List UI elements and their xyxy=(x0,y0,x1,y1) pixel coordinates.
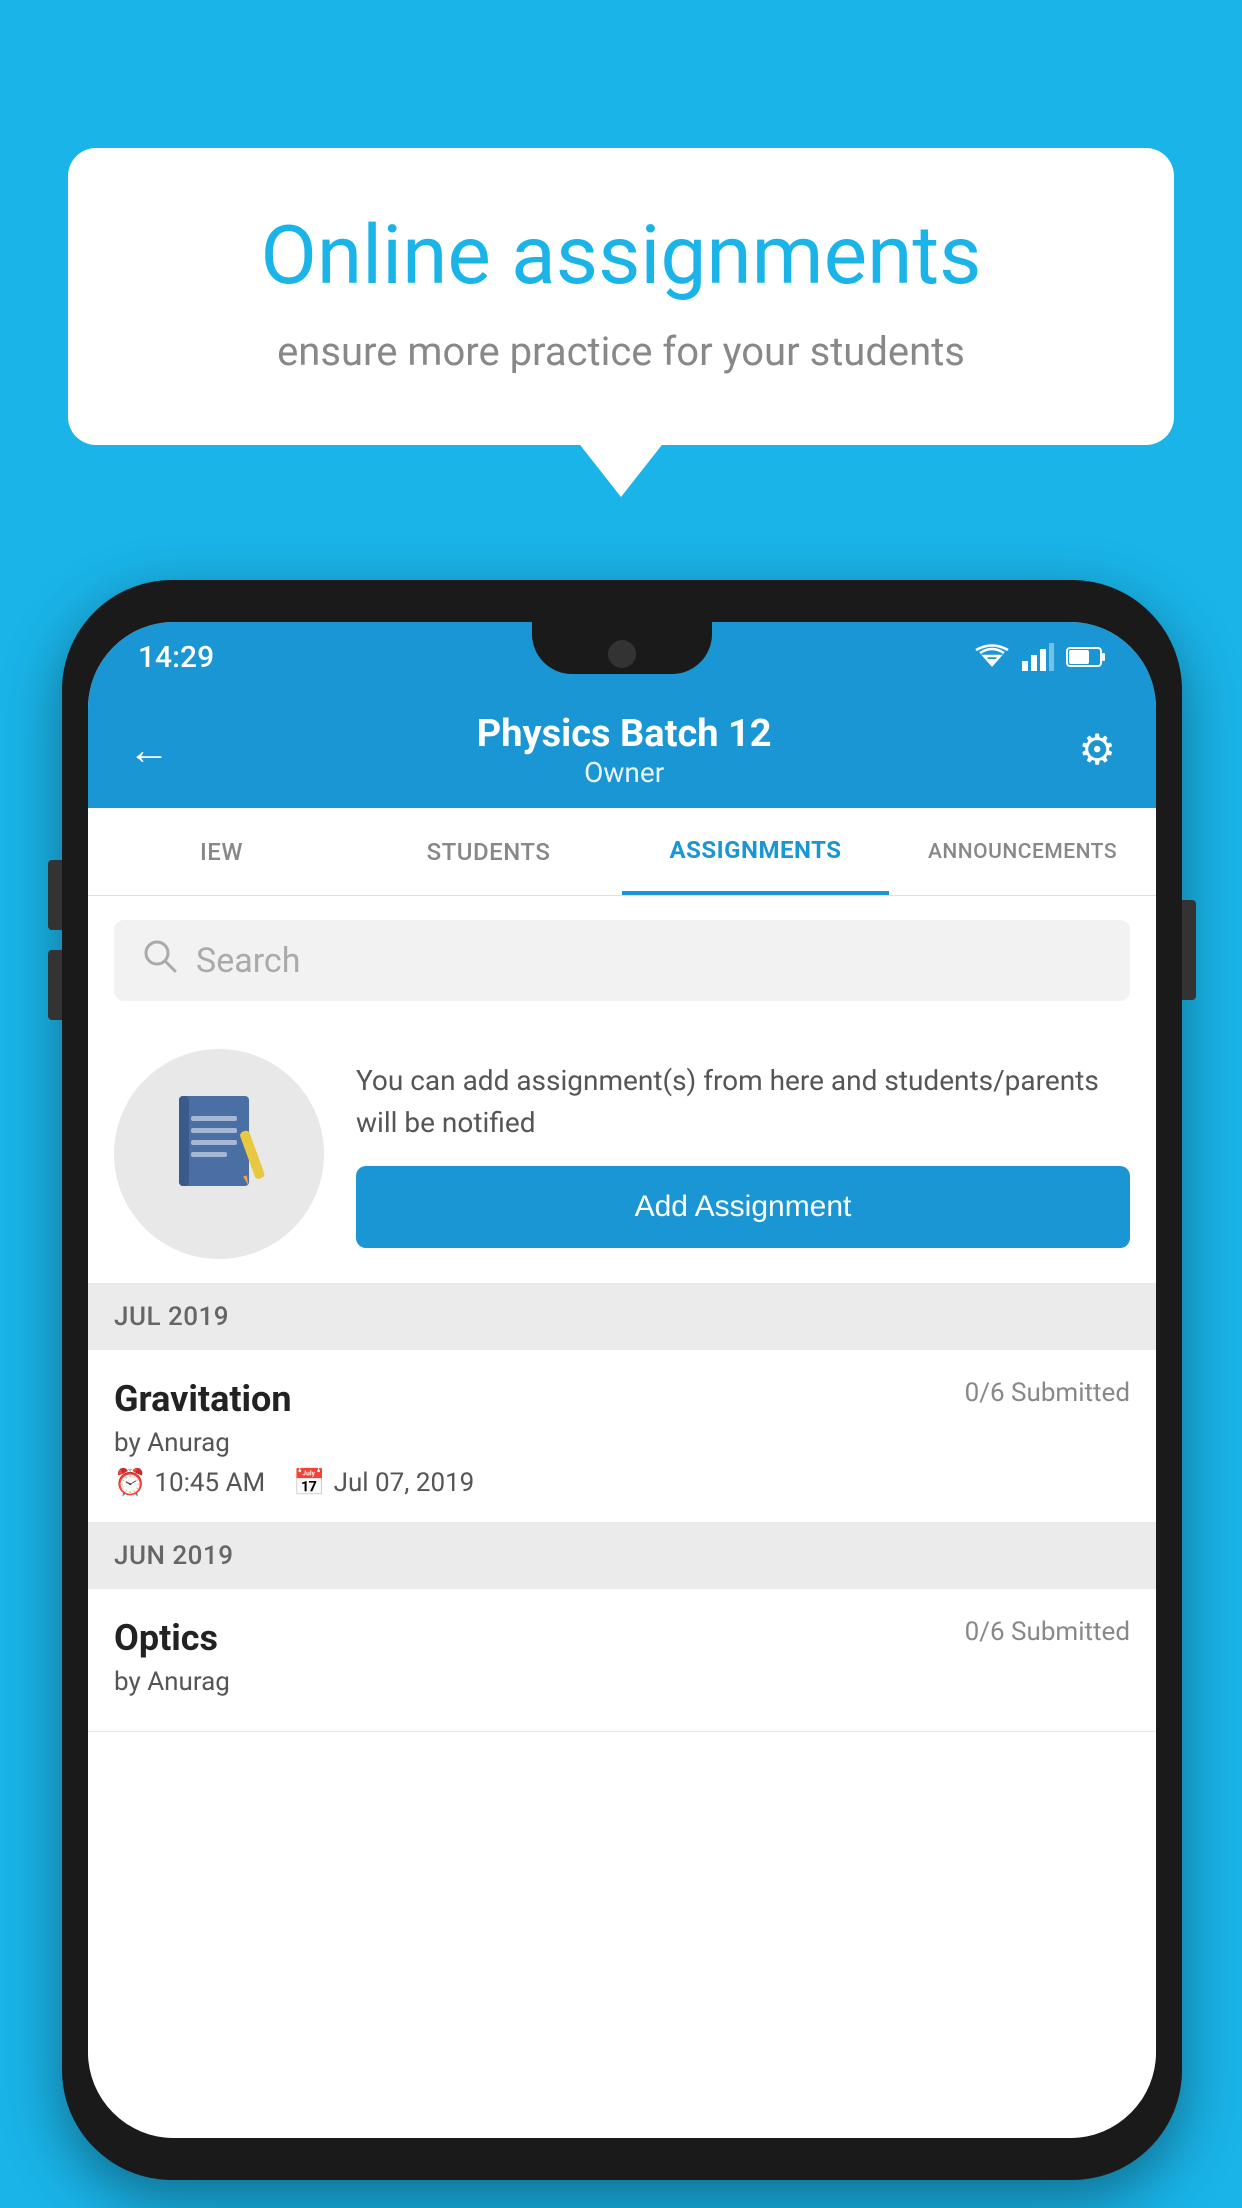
speech-bubble-title: Online assignments xyxy=(148,208,1094,304)
assignment-date-value: Jul 07, 2019 xyxy=(334,1468,475,1498)
add-assignment-button[interactable]: Add Assignment xyxy=(356,1166,1130,1248)
empty-state-description: You can add assignment(s) from here and … xyxy=(356,1060,1130,1144)
assignment-item-optics[interactable]: Optics 0/6 Submitted by Anurag xyxy=(88,1589,1156,1732)
volume-up-button[interactable] xyxy=(48,860,62,930)
clock-icon: ⏰ xyxy=(114,1468,146,1498)
search-bar[interactable]: Search xyxy=(114,920,1130,1001)
settings-button[interactable]: ⚙ xyxy=(1078,725,1116,775)
signal-icon xyxy=(1022,643,1054,671)
assignment-submitted-gravitation: 0/6 Submitted xyxy=(965,1378,1130,1408)
assignment-time-value: 10:45 AM xyxy=(154,1468,265,1498)
tab-announcements[interactable]: ANNOUNCEMENTS xyxy=(889,808,1156,895)
notch xyxy=(532,622,712,674)
notebook-icon-wrap xyxy=(114,1049,324,1259)
status-icons xyxy=(974,643,1106,671)
back-button[interactable]: ← xyxy=(128,726,170,775)
status-time: 14:29 xyxy=(138,640,214,675)
assignment-meta-gravitation: ⏰ 10:45 AM 📅 Jul 07, 2019 xyxy=(114,1468,1130,1498)
empty-state-row: You can add assignment(s) from here and … xyxy=(88,1021,1156,1284)
section-header-jul: JUL 2019 xyxy=(88,1284,1156,1350)
search-placeholder: Search xyxy=(196,941,300,981)
power-button[interactable] xyxy=(1182,900,1196,1000)
camera xyxy=(608,640,636,668)
speech-bubble-subtitle: ensure more practice for your students xyxy=(148,328,1094,375)
assignment-top-row: Gravitation 0/6 Submitted xyxy=(114,1378,1130,1420)
batch-subtitle: Owner xyxy=(477,756,772,789)
assignment-date: 📅 Jul 07, 2019 xyxy=(293,1468,474,1498)
battery-icon xyxy=(1066,646,1106,668)
tab-assignments[interactable]: ASSIGNMENTS xyxy=(622,808,889,895)
phone-screen: 14:29 xyxy=(88,622,1156,2138)
assignment-by-gravitation: by Anurag xyxy=(114,1428,1130,1458)
volume-down-button[interactable] xyxy=(48,950,62,1020)
empty-state-right: You can add assignment(s) from here and … xyxy=(356,1060,1130,1248)
assignment-top-row-optics: Optics 0/6 Submitted xyxy=(114,1617,1130,1659)
content-area: Search xyxy=(88,896,1156,2138)
assignment-item-gravitation[interactable]: Gravitation 0/6 Submitted by Anurag ⏰ 10… xyxy=(88,1350,1156,1523)
batch-title: Physics Batch 12 xyxy=(477,712,772,756)
search-icon xyxy=(142,938,178,983)
tab-students[interactable]: STUDENTS xyxy=(355,808,622,895)
speech-bubble: Online assignments ensure more practice … xyxy=(68,148,1174,445)
assignment-by-optics: by Anurag xyxy=(114,1667,1130,1697)
phone-frame: 14:29 xyxy=(62,580,1182,2180)
assignment-title-gravitation: Gravitation xyxy=(114,1378,292,1420)
tab-iew[interactable]: IEW xyxy=(88,808,355,895)
section-header-jun: JUN 2019 xyxy=(88,1523,1156,1589)
header-title-area: Physics Batch 12 Owner xyxy=(477,712,772,789)
assignment-title-optics: Optics xyxy=(114,1617,218,1659)
app-header: ← Physics Batch 12 Owner ⚙ xyxy=(88,692,1156,808)
assignment-time: ⏰ 10:45 AM xyxy=(114,1468,265,1498)
wifi-icon xyxy=(974,643,1010,671)
assignment-submitted-optics: 0/6 Submitted xyxy=(965,1617,1130,1647)
notebook-icon xyxy=(169,1088,269,1220)
speech-bubble-container: Online assignments ensure more practice … xyxy=(68,148,1174,445)
tabs-bar: IEW STUDENTS ASSIGNMENTS ANNOUNCEMENTS xyxy=(88,808,1156,896)
calendar-icon: 📅 xyxy=(293,1468,325,1498)
